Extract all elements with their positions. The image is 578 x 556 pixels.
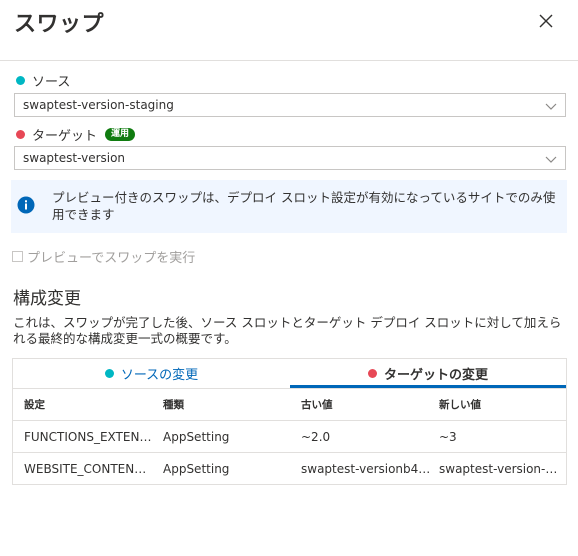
table-row: WEBSITE_CONTENTSHARE AppSetting swaptest… bbox=[13, 453, 566, 485]
info-text: プレビュー付きのスワップは、デプロイ スロット設定が有効になっているサイトでのみ… bbox=[52, 190, 556, 222]
tab-source-label: ソースの変更 bbox=[120, 368, 199, 383]
preview-swap-checkbox[interactable] bbox=[12, 251, 23, 262]
info-icon bbox=[17, 196, 35, 214]
target-select[interactable]: swaptest-version bbox=[14, 146, 566, 170]
target-label: ターゲット 運用 bbox=[16, 125, 136, 144]
header-divider bbox=[0, 60, 578, 61]
setting-type-cell: AppSetting bbox=[163, 462, 230, 476]
target-label-text: ターゲット bbox=[32, 129, 98, 144]
new-value-cell: ~3 bbox=[439, 430, 457, 444]
old-value-cell: swaptest-versionb458 bbox=[301, 462, 431, 476]
close-icon[interactable] bbox=[535, 10, 557, 32]
old-value-cell: ~2.0 bbox=[301, 430, 331, 444]
source-dot-icon bbox=[16, 76, 25, 85]
config-changes-table: ソースの変更 ターゲットの変更 設定 種類 古い値 新しい値 FUNCTIONS… bbox=[12, 358, 567, 485]
target-select-value: swaptest-version bbox=[23, 151, 126, 165]
source-select[interactable]: swaptest-version-staging bbox=[14, 93, 566, 117]
target-dot-icon bbox=[16, 130, 25, 139]
info-banner: プレビュー付きのスワップは、デプロイ スロット設定が有効になっているサイトでのみ… bbox=[11, 180, 567, 233]
preview-swap-checkbox-row[interactable]: プレビューでスワップを実行 bbox=[12, 247, 195, 266]
setting-name-cell: FUNCTIONS_EXTENSION_VERSION bbox=[24, 430, 152, 444]
tab-target-changes[interactable]: ターゲットの変更 bbox=[290, 359, 566, 388]
target-dot-icon bbox=[367, 369, 377, 378]
swap-panel: スワップ ソース swaptest-version-staging ターゲット … bbox=[0, 0, 578, 556]
new-value-cell: swaptest-version-d43... bbox=[439, 462, 563, 476]
config-changes-title: 構成変更 bbox=[13, 289, 81, 309]
setting-name-cell: WEBSITE_CONTENTSHARE bbox=[24, 462, 152, 476]
source-dot-icon bbox=[104, 369, 114, 378]
column-header-type: 種類 bbox=[163, 399, 184, 411]
column-header-new-value: 新しい値 bbox=[439, 399, 481, 411]
panel-title: スワップ bbox=[14, 12, 105, 37]
source-label-text: ソース bbox=[32, 75, 71, 90]
setting-type-cell: AppSetting bbox=[163, 430, 230, 444]
column-header-setting: 設定 bbox=[24, 399, 45, 411]
source-label: ソース bbox=[16, 71, 70, 90]
chevron-down-icon bbox=[545, 156, 557, 163]
source-select-value: swaptest-version-staging bbox=[23, 98, 174, 112]
tab-target-label: ターゲットの変更 bbox=[383, 368, 488, 383]
table-header-row: 設定 種類 古い値 新しい値 bbox=[13, 389, 566, 421]
tab-source-changes[interactable]: ソースの変更 bbox=[13, 359, 290, 388]
column-header-old-value: 古い値 bbox=[301, 399, 333, 411]
production-badge: 運用 bbox=[105, 128, 136, 141]
chevron-down-icon bbox=[545, 103, 557, 110]
table-row: FUNCTIONS_EXTENSION_VERSION AppSetting ~… bbox=[13, 421, 566, 453]
config-changes-description: これは、スワップが完了した後、ソース スロットとターゲット デプロイ スロットに… bbox=[13, 315, 562, 346]
preview-swap-label: プレビューでスワップを実行 bbox=[27, 251, 196, 266]
